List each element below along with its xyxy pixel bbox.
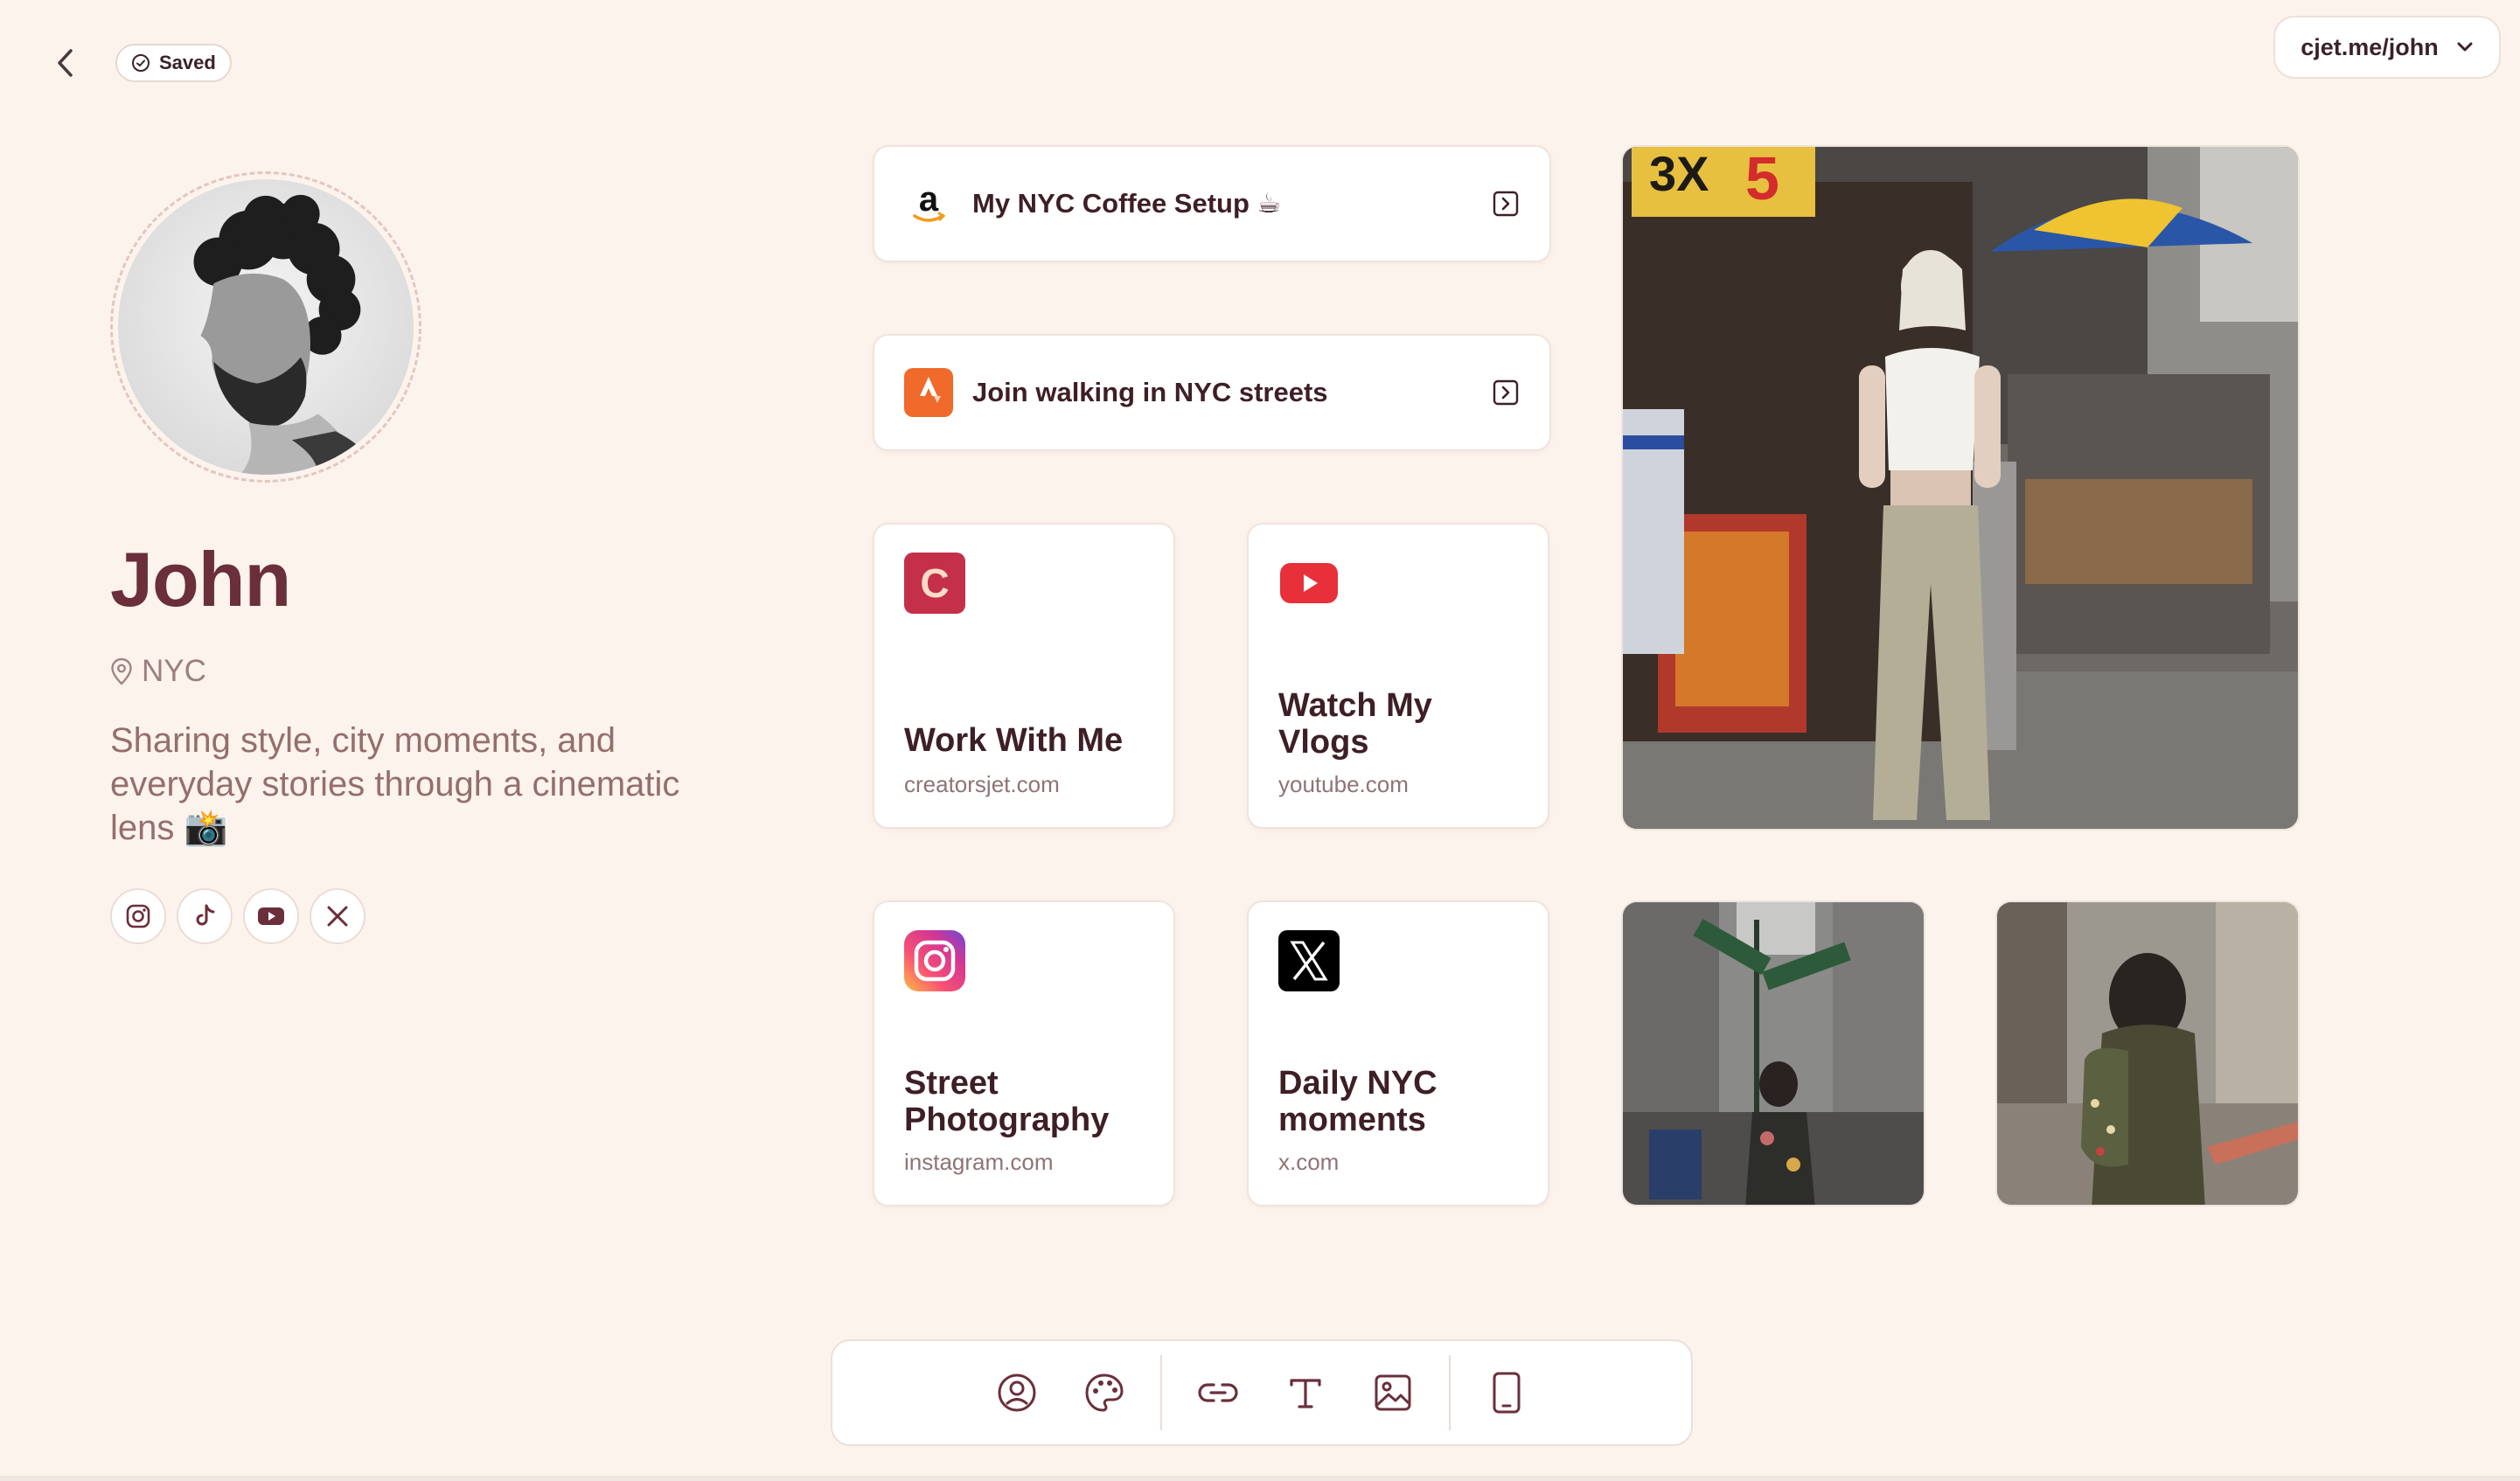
- avatar[interactable]: [110, 171, 421, 483]
- svg-text:3X: 3X: [1649, 147, 1709, 201]
- open-link-icon[interactable]: [1492, 190, 1520, 218]
- editor-toolbar: [831, 1339, 1693, 1446]
- instagram-social-button[interactable]: [110, 888, 166, 944]
- link-card-street-photography[interactable]: Street Photography instagram.com: [873, 900, 1175, 1206]
- profile-bio: Sharing style, city moments, and everyda…: [110, 721, 680, 847]
- location-pin-icon: [111, 657, 132, 685]
- instagram-icon: [904, 930, 965, 991]
- toolbar-profile-button[interactable]: [973, 1349, 1061, 1436]
- tiktok-social-button[interactable]: [177, 888, 233, 944]
- link-domain: creatorsjet.com: [904, 771, 1060, 797]
- link-domain: instagram.com: [904, 1149, 1054, 1175]
- photo-fifth-ave[interactable]: [1621, 900, 1925, 1206]
- link-card-coffee-setup[interactable]: a My NYC Coffee Setup ☕: [873, 145, 1551, 262]
- palette-icon: [1085, 1373, 1124, 1412]
- x-icon: [327, 906, 348, 927]
- text-icon: [1290, 1379, 1321, 1408]
- instagram-icon: [126, 904, 150, 928]
- link-domain: x.com: [1278, 1149, 1340, 1175]
- profile-icon: [998, 1373, 1036, 1412]
- link-icon: [1198, 1383, 1238, 1402]
- street-vendor-image: 3X 5: [1623, 147, 2298, 829]
- toolbar-add-image-button[interactable]: [1349, 1349, 1437, 1436]
- link-card-work-with-me[interactable]: C Work With Me creatorsjet.com: [873, 523, 1175, 829]
- check-circle-icon: [132, 54, 150, 72]
- link-title-line-2: moments: [1278, 1102, 1426, 1138]
- social-links: [110, 888, 365, 944]
- strava-icon: [904, 368, 953, 417]
- link-title: My NYC Coffee Setup ☕: [972, 188, 1282, 219]
- x-social-button[interactable]: [310, 888, 365, 944]
- toolbar-preview-device-button[interactable]: [1463, 1349, 1550, 1436]
- profile-url-label: cjet.me/john: [2301, 33, 2439, 60]
- link-title-line-2: Vlogs: [1278, 724, 1369, 761]
- youtube-icon: [1278, 553, 1340, 614]
- link-card-walking-nyc[interactable]: Join walking in NYC streets: [873, 334, 1551, 451]
- link-title-line-1: Watch My: [1278, 687, 1432, 724]
- creatorsjet-icon: C: [904, 553, 965, 614]
- link-title: Join walking in NYC streets: [972, 377, 1328, 407]
- profile-location: NYC: [110, 654, 206, 689]
- link-title-line-1: Daily NYC: [1278, 1065, 1438, 1102]
- toolbar-theme-button[interactable]: [1061, 1349, 1148, 1436]
- image-icon: [1375, 1374, 1411, 1411]
- youtube-icon: [258, 907, 284, 925]
- toolbar-divider: [1449, 1355, 1451, 1430]
- chevron-down-icon: [2457, 42, 2473, 52]
- svg-text:a: a: [919, 180, 939, 219]
- svg-text:5: 5: [1745, 147, 1779, 212]
- toolbar-add-text-button[interactable]: [1262, 1349, 1349, 1436]
- tiktok-icon: [196, 904, 215, 926]
- window-bottom-edge: [0, 1476, 2520, 1481]
- device-icon: [1493, 1372, 1521, 1414]
- fifth-ave-image: [1623, 902, 1924, 1205]
- toolbar-add-link-button[interactable]: [1174, 1349, 1262, 1436]
- photo-backpack-walk[interactable]: [1995, 900, 2300, 1206]
- profile-url-dropdown[interactable]: cjet.me/john: [2273, 16, 2501, 79]
- link-card-daily-moments[interactable]: Daily NYC moments x.com: [1247, 900, 1549, 1206]
- x-icon: [1278, 930, 1340, 991]
- profile-name: John: [110, 536, 291, 622]
- amazon-icon: a: [913, 180, 946, 222]
- back-button[interactable]: [45, 40, 84, 86]
- photo-street-vendor[interactable]: 3X 5: [1621, 145, 2300, 831]
- location-text: NYC: [142, 654, 206, 688]
- open-link-icon[interactable]: [1492, 379, 1520, 407]
- saved-status-badge: Saved: [115, 44, 232, 82]
- link-card-vlogs[interactable]: Watch My Vlogs youtube.com: [1247, 523, 1549, 829]
- chevron-left-icon: [58, 49, 73, 77]
- toolbar-divider: [1160, 1355, 1162, 1430]
- backpack-walk-image: [1997, 902, 2298, 1205]
- youtube-social-button[interactable]: [243, 888, 299, 944]
- link-domain: youtube.com: [1278, 771, 1409, 797]
- link-title-line-1: Street: [904, 1065, 999, 1102]
- link-title-line-2: Photography: [904, 1102, 1110, 1138]
- avatar-photo: [118, 179, 414, 475]
- saved-label: Saved: [159, 52, 216, 73]
- link-title: Work With Me: [904, 722, 1124, 759]
